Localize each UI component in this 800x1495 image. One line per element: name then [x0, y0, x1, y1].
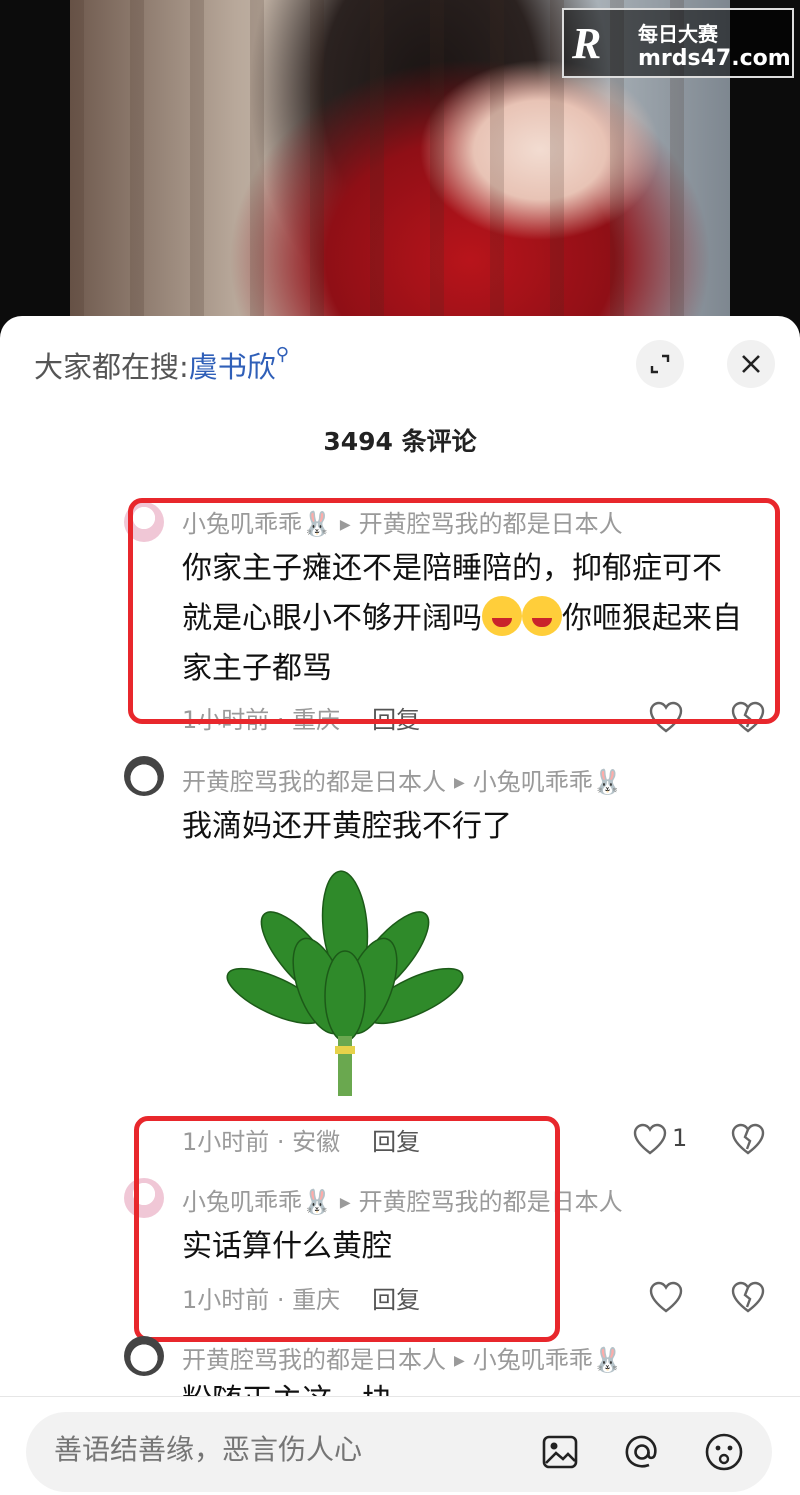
highlight-box: [134, 1116, 560, 1342]
username[interactable]: 开黄腔骂我的都是日本人: [182, 1346, 446, 1374]
comment-meta: 开黄腔骂我的都是日本人 ▶ 小兔叽乖乖🐰: [182, 762, 623, 797]
search-keyword[interactable]: 虞书欣: [189, 350, 276, 384]
close-icon: [742, 355, 760, 373]
emoji-icon: [705, 1433, 743, 1471]
watermark: R 每日大赛 mrds47.com: [562, 8, 794, 78]
reply-to-user[interactable]: 小兔叽乖乖🐰: [473, 1346, 623, 1374]
reply-to-user[interactable]: 小兔叽乖乖🐰: [473, 768, 623, 796]
like-count: 1: [672, 1124, 688, 1152]
emoji-button[interactable]: [702, 1430, 746, 1474]
expand-icon: [650, 354, 670, 374]
username[interactable]: 开黄腔骂我的都是日本人: [182, 768, 446, 796]
highlight-box: [128, 498, 780, 724]
reply-arrow-icon: ▶: [454, 1353, 465, 1369]
search-prefix: 大家都在搜:: [34, 350, 189, 384]
image-icon: [542, 1435, 578, 1469]
leaf-bouquet-sticker[interactable]: [180, 856, 510, 1106]
comment-text: 粉随正主这一块: [182, 1376, 782, 1396]
heart-icon[interactable]: [648, 1280, 684, 1316]
comment-sheet: 大家都在搜:虞书欣⚲ 3494 条评论 小兔叽乖乖🐰 ▶ 开黄腔骂我的都是日本人 你…: [0, 316, 800, 1495]
mention-button[interactable]: [620, 1430, 664, 1474]
broken-heart-icon[interactable]: [730, 1122, 766, 1158]
video-area[interactable]: R 每日大赛 mrds47.com: [0, 0, 800, 330]
comment-text: 我滴妈还开黄腔我不行了: [182, 809, 512, 844]
avatar[interactable]: [124, 756, 164, 796]
comment-count: 3494 条评论: [323, 427, 477, 456]
watermark-url: mrds47.com: [638, 46, 791, 71]
search-suggestion[interactable]: 大家都在搜:虞书欣⚲: [34, 344, 289, 386]
comment-meta: 开黄腔骂我的都是日本人 ▶ 小兔叽乖乖🐰: [182, 1340, 623, 1375]
expand-button[interactable]: [636, 340, 684, 388]
image-button[interactable]: [538, 1430, 582, 1474]
watermark-title: 每日大赛: [638, 22, 718, 46]
broken-heart-icon[interactable]: [730, 1280, 766, 1316]
comment-input[interactable]: [52, 1432, 496, 1467]
watermark-logo: R: [572, 19, 602, 68]
comment-input-bar: [26, 1412, 772, 1492]
at-icon: [625, 1435, 657, 1468]
heart-icon[interactable]: [632, 1122, 668, 1158]
search-icon: ⚲: [275, 344, 289, 365]
close-button[interactable]: [727, 340, 775, 388]
avatar[interactable]: [124, 1336, 164, 1376]
divider: [0, 1396, 800, 1397]
reply-arrow-icon: ▶: [454, 775, 465, 791]
